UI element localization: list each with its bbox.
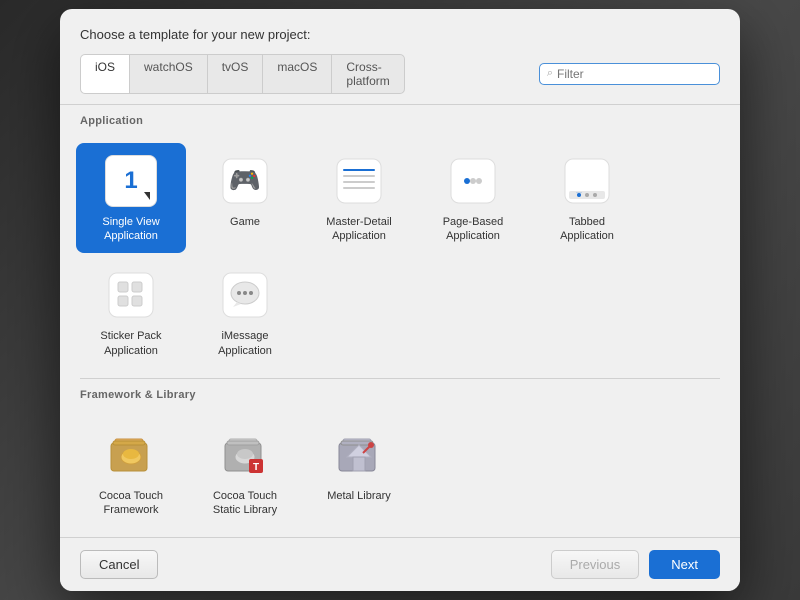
template-cocoa-touch-static[interactable]: T Cocoa TouchStatic Library (190, 417, 300, 528)
tabbed-label: TabbedApplication (560, 215, 614, 244)
template-sticker-pack[interactable]: Sticker PackApplication (76, 257, 186, 368)
cocoa-touch-framework-label: Cocoa TouchFramework (99, 489, 163, 518)
game-icon-box: 🎮 (217, 153, 273, 209)
sticker-pack-icon-box (103, 267, 159, 323)
application-items-grid: 1 Single ViewApplication 🎮 Game (60, 133, 740, 378)
cocoa-touch-static-icon-box: T (217, 427, 273, 483)
cancel-button[interactable]: Cancel (80, 550, 158, 579)
tab-crossplatform[interactable]: Cross-platform (331, 54, 404, 94)
page-based-icon (447, 155, 499, 207)
metal-library-icon-box (331, 427, 387, 483)
filter-input[interactable] (557, 67, 712, 81)
cocoa-touch-static-label: Cocoa TouchStatic Library (213, 489, 277, 518)
tab-macos[interactable]: macOS (262, 54, 331, 94)
page-based-icon-box (445, 153, 501, 209)
template-single-view-application[interactable]: 1 Single ViewApplication (76, 143, 186, 254)
cocoa-touch-static-icon: T (219, 429, 271, 481)
tab-tvos[interactable]: tvOS (207, 54, 263, 94)
footer: Cancel Previous Next (60, 537, 740, 591)
tab-ios[interactable]: iOS (80, 54, 129, 94)
framework-section-label: Framework & Library (60, 379, 740, 407)
new-project-dialog: Choose a template for your new project: … (60, 9, 740, 592)
imessage-icon-box (217, 267, 273, 323)
single-view-icon: 1 (105, 155, 157, 207)
game-label: Game (230, 215, 260, 229)
content-area: Application 1 Single ViewApplication (60, 105, 740, 538)
tabbed-icon: ··· (561, 155, 613, 207)
cocoa-touch-framework-icon-box (103, 427, 159, 483)
single-view-icon-box: 1 (103, 153, 159, 209)
svg-text:🎮: 🎮 (229, 165, 261, 195)
game-icon: 🎮 (219, 155, 271, 207)
tabbed-icon-box: ··· (559, 153, 615, 209)
template-master-detail[interactable]: Master-DetailApplication (304, 143, 414, 254)
template-page-based[interactable]: Page-BasedApplication (418, 143, 528, 254)
toolbar: iOS watchOS tvOS macOS Cross-platform ⌕ (60, 54, 740, 105)
sticker-pack-icon (105, 269, 157, 321)
page-based-label: Page-BasedApplication (443, 215, 504, 244)
next-button[interactable]: Next (649, 550, 720, 579)
tab-bar: iOS watchOS tvOS macOS Cross-platform (80, 54, 405, 94)
metal-library-label: Metal Library (327, 489, 391, 503)
footer-right: Previous Next (551, 550, 720, 579)
sticker-pack-label: Sticker PackApplication (100, 329, 161, 358)
filter-container: ⌕ (539, 63, 720, 85)
template-imessage[interactable]: iMessageApplication (190, 257, 300, 368)
master-detail-icon (333, 155, 385, 207)
dialog-title: Choose a template for your new project: (60, 9, 740, 54)
tab-watchos[interactable]: watchOS (129, 54, 207, 94)
application-section-label: Application (60, 105, 740, 133)
template-metal-library[interactable]: Metal Library (304, 417, 414, 528)
imessage-icon (219, 269, 271, 321)
cursor-icon (144, 192, 150, 200)
cocoa-touch-framework-icon (105, 429, 157, 481)
master-detail-icon-box (331, 153, 387, 209)
search-icon: ⌕ (547, 67, 553, 80)
template-tabbed[interactable]: ··· TabbedApplication (532, 143, 642, 254)
single-view-label: Single ViewApplication (102, 215, 159, 244)
master-detail-label: Master-DetailApplication (326, 215, 391, 244)
previous-button[interactable]: Previous (551, 550, 640, 579)
metal-library-icon (333, 429, 385, 481)
template-cocoa-touch-framework[interactable]: Cocoa TouchFramework (76, 417, 186, 528)
template-game[interactable]: 🎮 Game (190, 143, 300, 254)
imessage-label: iMessageApplication (218, 329, 272, 358)
framework-items-grid: Cocoa TouchFramework T Cocoa TouchStatic (60, 407, 740, 538)
svg-text:T: T (253, 462, 259, 473)
svg-text:···: ··· (576, 190, 582, 196)
